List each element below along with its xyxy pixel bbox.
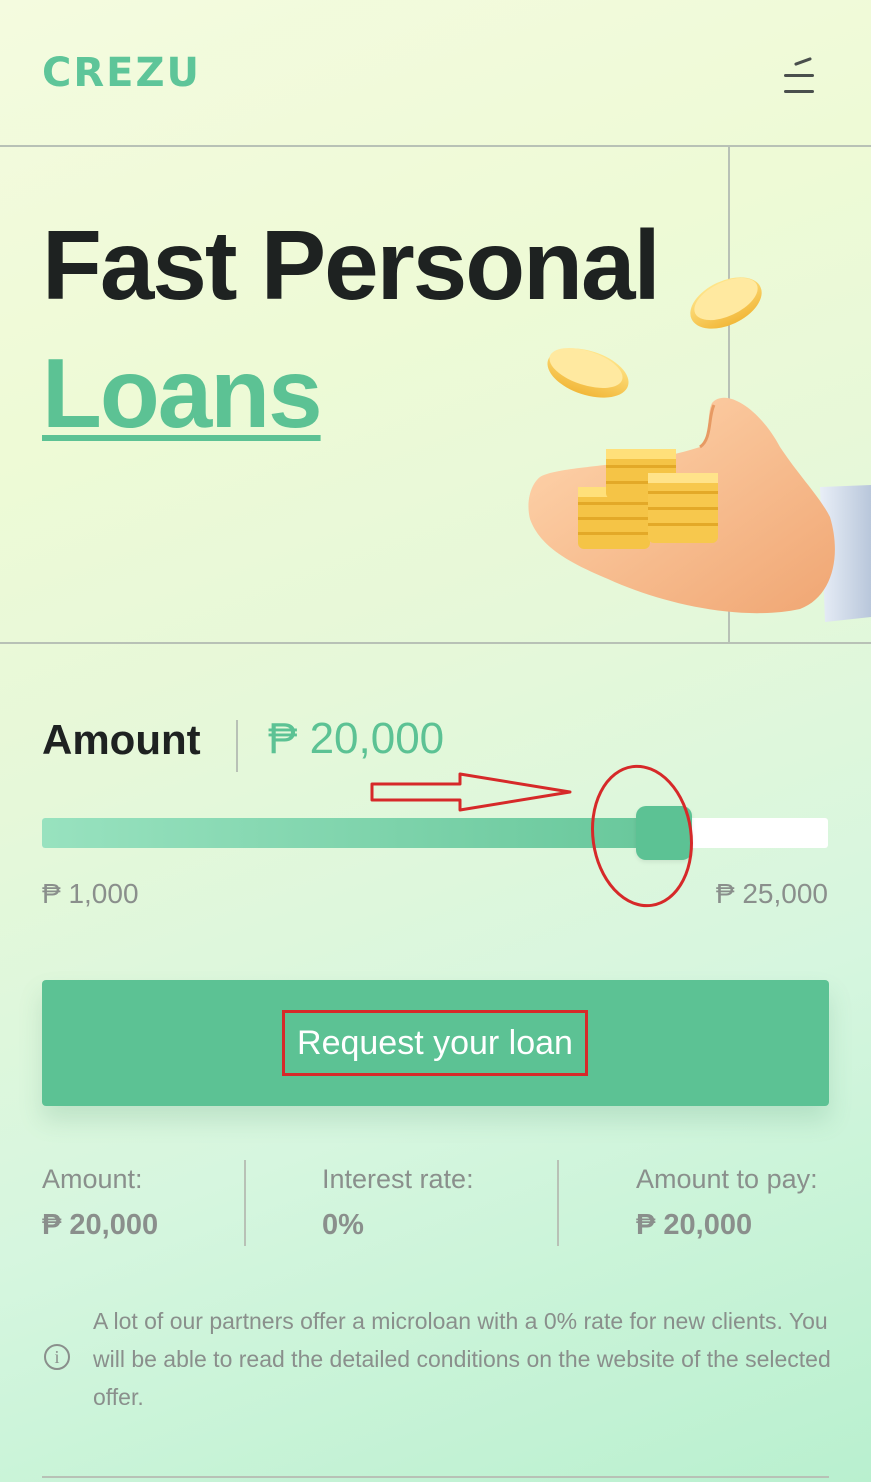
summary-to-pay-label: Amount to pay: xyxy=(636,1164,818,1194)
hero-title-line1: Fast Personal xyxy=(42,210,661,320)
slider-max-label: ₱ 25,000 xyxy=(715,878,828,909)
amount-divider xyxy=(236,720,238,772)
annotation-arrow-icon xyxy=(370,772,572,812)
slider-min-label: ₱ 1,000 xyxy=(42,878,139,909)
summary-to-pay-value: ₱ 20,000 xyxy=(636,1209,753,1241)
summary-divider xyxy=(244,1160,246,1246)
slider-fill xyxy=(42,818,664,848)
amount-slider[interactable] xyxy=(42,806,828,860)
summary-amount: Amount: ₱ 20,000 xyxy=(42,1164,158,1242)
summary-amount-value: ₱ 20,000 xyxy=(42,1209,159,1241)
hamburger-menu-icon[interactable] xyxy=(782,57,818,98)
annotation-circle-icon xyxy=(591,764,693,908)
amount-value: ₱ 20,000 xyxy=(268,714,445,763)
bottom-divider xyxy=(42,1476,829,1478)
hero-title-loans-link[interactable]: Loans xyxy=(42,337,323,450)
info-icon: i xyxy=(44,1344,70,1370)
summary-interest-label: Interest rate: xyxy=(322,1164,474,1194)
request-loan-button-label[interactable]: Request your loan xyxy=(282,1010,588,1076)
summary-interest: Interest rate: 0% xyxy=(322,1164,474,1242)
summary-interest-value: 0% xyxy=(322,1209,364,1241)
info-text: A lot of our partners offer a microloan … xyxy=(93,1308,831,1410)
summary-to-pay: Amount to pay: ₱ 20,000 xyxy=(636,1164,818,1242)
amount-label: Amount xyxy=(42,716,201,763)
summary-amount-label: Amount: xyxy=(42,1164,143,1194)
hero-section: Fast Personal Loans xyxy=(0,147,871,644)
site-header: CREZU xyxy=(0,0,871,147)
crezu-logo[interactable]: CREZU xyxy=(42,50,201,96)
summary-divider xyxy=(557,1160,559,1246)
